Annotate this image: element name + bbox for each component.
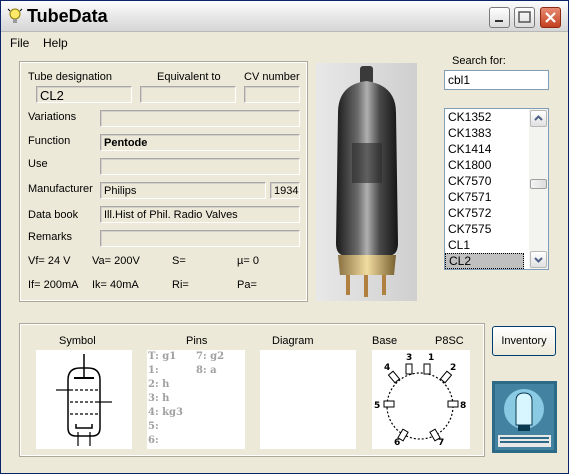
- year-field[interactable]: 1934: [270, 182, 300, 199]
- pa-value: Pa=: [237, 279, 257, 291]
- scroll-down-button[interactable]: [530, 251, 547, 268]
- base-pin-number: 7: [438, 438, 444, 448]
- maximize-button[interactable]: [514, 7, 535, 28]
- main-window: TubeData File Help Tube designation Equi…: [0, 0, 569, 474]
- chevron-up-icon: [534, 115, 543, 121]
- tube-list[interactable]: CK1352 CK1383 CK1414 CK1800 CK7570 CK757…: [444, 108, 549, 270]
- tube-designation-label: Tube designation: [28, 71, 112, 83]
- pin-label: 1:: [148, 365, 159, 376]
- symbol-box: [36, 350, 132, 449]
- menu-file[interactable]: File: [10, 36, 29, 50]
- diagram-box: [260, 350, 356, 449]
- vf-value: Vf= 24 V: [28, 255, 71, 267]
- mu-value: µ= 0: [237, 255, 259, 267]
- lightbulb-icon: [7, 8, 23, 23]
- base-pin-number: 2: [450, 363, 456, 373]
- pentode-symbol: [56, 354, 112, 446]
- close-icon: [545, 12, 556, 23]
- use-field[interactable]: [100, 158, 300, 175]
- window-title: TubeData: [27, 6, 108, 26]
- remarks-label: Remarks: [28, 231, 73, 243]
- pin-label: 4: kg3: [148, 407, 184, 418]
- menu-bar: File Help: [1, 32, 568, 52]
- databook-field[interactable]: Ill.Hist of Phil. Radio Valves: [100, 206, 300, 223]
- menu-help[interactable]: Help: [43, 36, 68, 50]
- cv-number-label: CV number: [244, 71, 300, 83]
- minimize-button[interactable]: [489, 7, 510, 28]
- base-type-label: P8SC: [435, 335, 464, 347]
- base-pin-number: 5: [374, 401, 380, 411]
- pin-label: T: g1: [148, 351, 177, 362]
- pin-label: 7: g2: [196, 351, 225, 362]
- base-pin-number: 6: [394, 438, 400, 448]
- base-label: Base: [372, 335, 398, 347]
- manufacturer-label: Manufacturer: [28, 183, 93, 195]
- maximize-icon: [518, 11, 531, 23]
- va-value: Va= 200V: [92, 255, 140, 267]
- pins-label: Pins: [186, 335, 208, 347]
- list-item[interactable]: CK1800: [445, 157, 527, 173]
- list-item[interactable]: CK7575: [445, 221, 527, 237]
- pin-label: 5:: [148, 421, 159, 432]
- list-item[interactable]: CK7571: [445, 189, 527, 205]
- base-pin-number: 1: [428, 353, 434, 363]
- list-item-selected[interactable]: CL2: [445, 253, 524, 269]
- tube-photo: [316, 63, 417, 301]
- list-item[interactable]: CK1383: [445, 125, 527, 141]
- list-scrollbar[interactable]: [529, 109, 548, 269]
- list-item[interactable]: CK7572: [445, 205, 527, 221]
- tube-designation-field[interactable]: CL2: [36, 86, 132, 103]
- variations-label: Variations: [28, 111, 77, 123]
- symbol-label: Symbol: [59, 335, 96, 347]
- scroll-up-button[interactable]: [530, 110, 547, 127]
- ik-value: Ik= 40mA: [92, 279, 139, 291]
- base-pin-number: 4: [384, 363, 390, 373]
- function-label: Function: [28, 135, 71, 147]
- use-label: Use: [28, 158, 48, 170]
- ri-value: Ri=: [172, 279, 189, 291]
- pin-label: 8: a: [196, 365, 217, 376]
- minimize-icon: [495, 20, 503, 22]
- chevron-down-icon: [534, 257, 543, 263]
- base-pinout-diagram: 1 3 4 5 6 7 8 2: [374, 353, 466, 448]
- search-input[interactable]: cbl1: [444, 70, 549, 90]
- cv-number-field[interactable]: [244, 86, 300, 103]
- diagram-label: Diagram: [272, 335, 314, 347]
- manufacturer-field[interactable]: Philips: [100, 182, 266, 199]
- base-pin-number: 3: [406, 353, 412, 363]
- equivalent-field[interactable]: [140, 86, 236, 103]
- close-button[interactable]: [540, 7, 561, 28]
- pins-box: T: g1 1: 2: h 3: h 4: kg3 5: 6: 7: g2 8:…: [147, 350, 245, 449]
- pin-label: 2: h: [148, 379, 170, 390]
- base-pin-number: 8: [460, 401, 466, 411]
- title-bar[interactable]: TubeData: [1, 1, 568, 32]
- search-label: Search for:: [452, 55, 506, 67]
- scroll-thumb[interactable]: [530, 179, 547, 189]
- list-item[interactable]: CK1414: [445, 141, 527, 157]
- if-value: If= 200mA: [28, 279, 79, 291]
- variations-field[interactable]: [100, 110, 300, 127]
- list-item[interactable]: CK7570: [445, 173, 527, 189]
- pin-label: 6:: [148, 435, 159, 446]
- function-field[interactable]: Pentode: [100, 134, 300, 151]
- equivalent-label: Equivalent to: [157, 71, 221, 83]
- remarks-field[interactable]: [100, 230, 300, 247]
- inventory-button[interactable]: Inventory: [492, 326, 556, 356]
- s-value: S=: [172, 255, 186, 267]
- base-box: 1 3 4 5 6 7 8 2: [372, 350, 470, 449]
- tube-logo-image: [492, 381, 557, 453]
- list-item[interactable]: CL1: [445, 237, 527, 253]
- pin-label: 3: h: [148, 393, 170, 404]
- databook-label: Data book: [28, 209, 79, 221]
- list-item[interactable]: CK1352: [445, 109, 527, 125]
